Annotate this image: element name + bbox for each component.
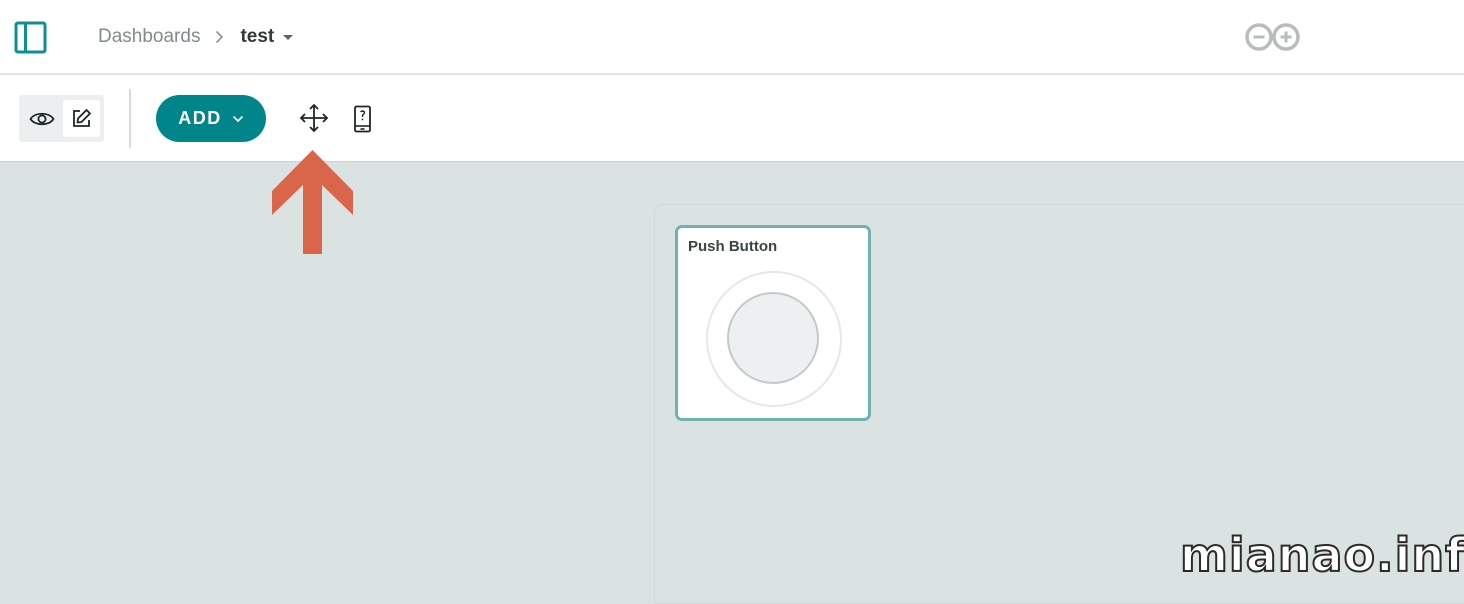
- toolbar-divider: [129, 89, 131, 148]
- dashboard-name: test: [240, 26, 275, 47]
- caret-down-icon: [283, 34, 294, 40]
- edit-pencil-icon: [73, 109, 91, 127]
- push-button-widget[interactable]: Push Button: [675, 225, 871, 421]
- watermark-text: mianao.info: [1179, 527, 1464, 583]
- widget-title: Push Button: [688, 238, 778, 255]
- dashboard-toolbar: ADD: [0, 75, 1464, 162]
- chevron-down-icon: [232, 115, 243, 122]
- sidebar-toggle-icon[interactable]: [14, 21, 47, 54]
- move-arrows-icon[interactable]: [299, 103, 329, 133]
- top-bar: Dashboards test: [0, 0, 1464, 74]
- push-button-control[interactable]: [727, 292, 819, 384]
- arduino-logo: [1245, 23, 1300, 51]
- eye-icon: [29, 112, 55, 125]
- annotation-arrow-icon: [272, 150, 353, 254]
- dashboard-name-dropdown[interactable]: test: [240, 26, 294, 48]
- mobile-phone-icon[interactable]: [350, 105, 375, 133]
- push-button-ring: [706, 271, 842, 407]
- add-widget-button[interactable]: ADD: [156, 95, 266, 142]
- add-button-label: ADD: [178, 108, 222, 128]
- view-mode-button[interactable]: [23, 100, 61, 137]
- edit-mode-button[interactable]: [63, 100, 100, 137]
- view-edit-mode-switch: [19, 95, 104, 142]
- chevron-right-icon: [215, 30, 224, 44]
- breadcrumb: Dashboards test: [98, 24, 294, 50]
- breadcrumb-dashboards-link[interactable]: Dashboards: [98, 26, 200, 48]
